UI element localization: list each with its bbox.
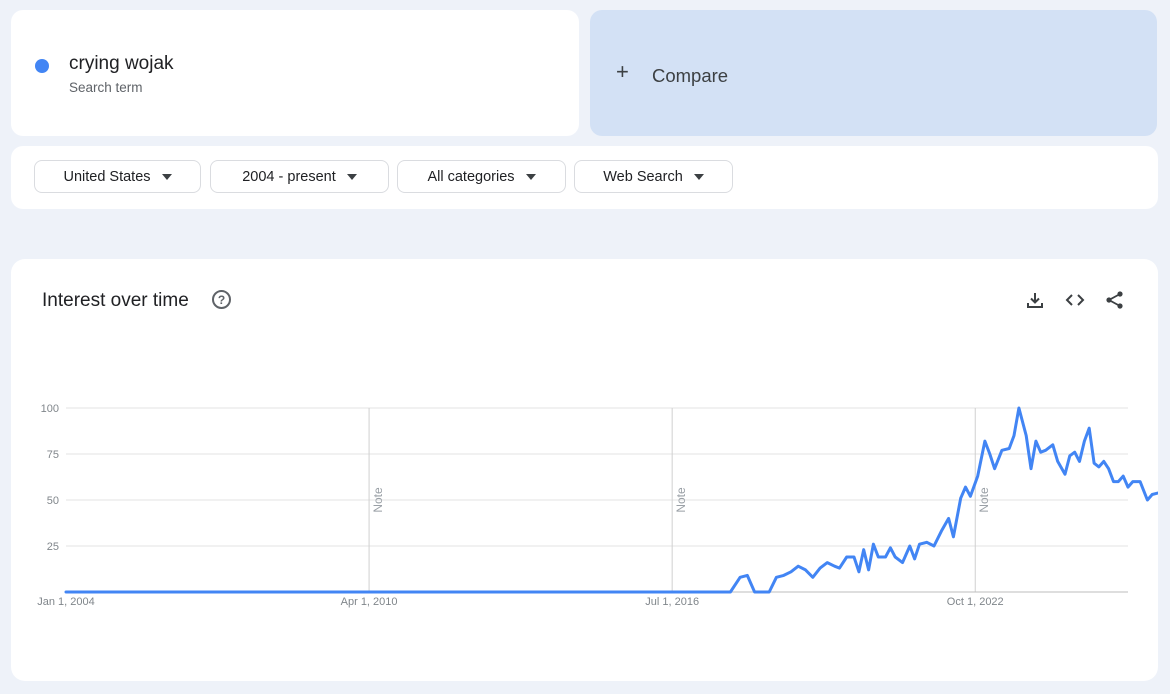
category-dropdown[interactable]: All categories xyxy=(397,160,566,193)
interest-over-time-chart: Note Note Note 25 50 75 100 Jan 1, 2004 Apr 1, … xyxy=(37,403,1158,608)
compare-label: Compare xyxy=(652,65,729,86)
series-color-dot xyxy=(35,59,49,73)
interest-over-time-card: Interest over time ? Note Note Note 25 50 75… xyxy=(11,259,1158,681)
region-dropdown[interactable]: United States xyxy=(34,160,201,193)
time-range-dropdown[interactable]: 2004 - present xyxy=(210,160,389,193)
search-term-name[interactable]: crying wojak xyxy=(69,53,174,75)
note-label: Note xyxy=(977,487,991,513)
search-type-dropdown-label: Web Search xyxy=(603,168,683,185)
note-label: Note xyxy=(371,487,385,513)
search-term-subtitle: Search term xyxy=(69,80,143,95)
x-tick-label: Oct 1, 2022 xyxy=(947,596,1004,608)
search-header: crying wojak Search term + Compare Unite… xyxy=(0,0,1170,232)
x-tick-label: Apr 1, 2010 xyxy=(341,596,398,608)
filter-bar: United States 2004 - present All categor… xyxy=(11,146,1158,209)
x-tick-label: Jul 1, 2016 xyxy=(645,596,699,608)
search-term-card[interactable]: crying wojak Search term xyxy=(11,10,579,136)
compare-button[interactable]: + Compare xyxy=(590,10,1157,136)
x-tick-label: Jan 1, 2004 xyxy=(37,596,95,608)
plus-icon: + xyxy=(616,59,629,84)
y-tick-label: 100 xyxy=(41,403,59,415)
y-tick-label: 50 xyxy=(47,495,59,507)
caret-down-icon xyxy=(693,173,704,180)
y-tick-label: 25 xyxy=(47,541,59,553)
region-dropdown-label: United States xyxy=(63,168,151,185)
chart-axes: 25 50 75 100 Jan 1, 2004 Apr 1, 2010 Jul 1, 20… xyxy=(37,403,1128,608)
caret-down-icon xyxy=(525,173,536,180)
chart-grid xyxy=(66,407,1128,547)
y-tick-label: 75 xyxy=(47,449,59,461)
caret-down-icon xyxy=(161,173,172,180)
note-label: Note xyxy=(674,487,688,513)
time-range-dropdown-label: 2004 - present xyxy=(242,168,336,185)
search-type-dropdown[interactable]: Web Search xyxy=(574,160,733,193)
category-dropdown-label: All categories xyxy=(427,168,515,185)
caret-down-icon xyxy=(346,173,357,180)
